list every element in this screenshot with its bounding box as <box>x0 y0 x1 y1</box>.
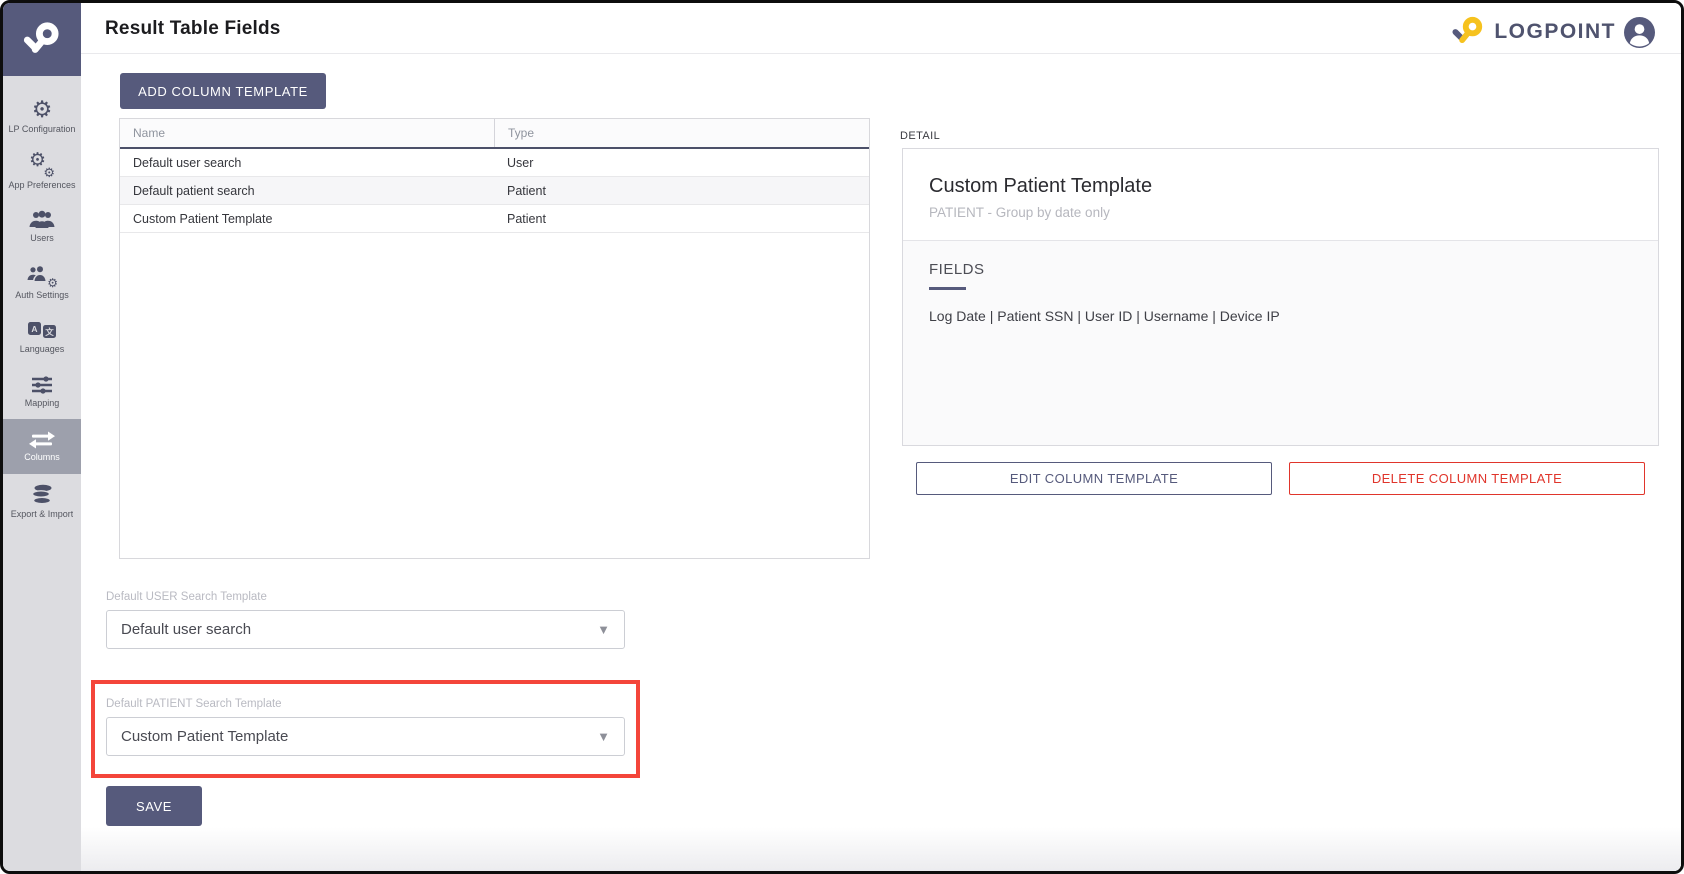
brand-cluster: LOGPOINT <box>1450 14 1655 50</box>
patient-template-label: Default PATIENT Search Template <box>106 698 282 710</box>
fields-heading: FIELDS <box>929 261 1632 278</box>
templates-table: Name Type Default user search User Defau… <box>119 118 870 559</box>
logpoint-mark-icon <box>1450 14 1486 50</box>
column-header-type[interactable]: Type <box>494 119 869 147</box>
detail-section-label: DETAIL <box>900 130 940 142</box>
add-column-template-button[interactable]: ADD COLUMN TEMPLATE <box>120 73 326 109</box>
sidebar-item-auth-settings[interactable]: ⚙ Auth Settings <box>3 254 81 309</box>
sidebar-item-label: App Preferences <box>8 180 75 190</box>
dropdown-value: Default user search <box>121 621 251 638</box>
detail-card-header: Custom Patient Template PATIENT - Group … <box>903 149 1658 241</box>
table-row[interactable]: Default user search User <box>120 149 869 177</box>
sidebar-item-export-import[interactable]: Export & Import <box>3 474 81 529</box>
detail-subtitle: PATIENT - Group by date only <box>929 205 1632 220</box>
cell-type: Patient <box>494 177 869 204</box>
sidebar-item-languages[interactable]: A 文 Languages <box>3 309 81 364</box>
detail-card: Custom Patient Template PATIENT - Group … <box>902 148 1659 446</box>
edit-column-template-button[interactable]: EDIT COLUMN TEMPLATE <box>916 462 1272 495</box>
patient-template-dropdown[interactable]: Custom Patient Template ▼ <box>106 717 625 756</box>
database-icon <box>30 484 54 506</box>
sidebar-item-columns[interactable]: Columns <box>3 419 81 474</box>
logpoint-logo-tile <box>3 3 81 76</box>
dropdown-value: Custom Patient Template <box>121 728 288 745</box>
column-header-name[interactable]: Name <box>120 119 494 147</box>
user-template-dropdown[interactable]: Default user search ▼ <box>106 610 625 649</box>
sidebar-item-app-preferences[interactable]: ⚙⚙ App Preferences <box>3 144 81 199</box>
users-gear-icon: ⚙ <box>27 263 57 287</box>
detail-card-body: FIELDS Log Date | Patient SSN | User ID … <box>903 241 1658 344</box>
table-row[interactable]: Default patient search Patient <box>120 177 869 205</box>
cell-name: Default user search <box>120 149 494 176</box>
sidebar-item-label: Languages <box>20 344 65 354</box>
sidebar-item-users[interactable]: Users <box>3 199 81 254</box>
sidebar-item-label: Auth Settings <box>15 290 69 300</box>
cell-name: Custom Patient Template <box>120 205 494 232</box>
sidebar-item-mapping[interactable]: Mapping <box>3 364 81 419</box>
fields-list: Log Date | Patient SSN | User ID | Usern… <box>929 308 1632 324</box>
cell-name: Default patient search <box>120 177 494 204</box>
table-row[interactable]: Custom Patient Template Patient <box>120 205 869 233</box>
table-header-row: Name Type <box>120 119 869 149</box>
user-avatar-icon[interactable] <box>1624 17 1655 48</box>
sidebar-item-label: Columns <box>24 452 60 462</box>
swap-arrows-icon <box>28 431 56 449</box>
sidebar-item-lp-configuration[interactable]: ⚙ LP Configuration <box>3 89 81 144</box>
sidebar: ⚙ LP Configuration ⚙⚙ App Preferences Us… <box>3 3 81 871</box>
app-window: ⚙ LP Configuration ⚙⚙ App Preferences Us… <box>0 0 1684 874</box>
chevron-down-icon: ▼ <box>597 729 610 744</box>
gears-icon: ⚙⚙ <box>29 153 55 177</box>
sidebar-nav: ⚙ LP Configuration ⚙⚙ App Preferences Us… <box>3 89 81 529</box>
bottom-fade <box>81 827 1681 871</box>
main-area: Result Table Fields LOGPOINT ADD COLUMN … <box>81 3 1681 871</box>
top-bar: Result Table Fields LOGPOINT <box>81 3 1681 54</box>
detail-title: Custom Patient Template <box>929 175 1632 198</box>
translate-icon: A 文 <box>28 319 56 341</box>
fields-heading-underline <box>929 287 966 290</box>
gear-icon: ⚙ <box>32 99 53 121</box>
chevron-down-icon: ▼ <box>597 622 610 637</box>
sidebar-item-label: Mapping <box>25 398 60 408</box>
delete-column-template-button[interactable]: DELETE COLUMN TEMPLATE <box>1289 462 1645 495</box>
logpoint-mark-icon <box>21 19 63 61</box>
detail-actions: EDIT COLUMN TEMPLATE DELETE COLUMN TEMPL… <box>902 462 1659 495</box>
sidebar-item-label: Users <box>30 233 54 243</box>
sidebar-item-label: Export & Import <box>11 509 74 519</box>
brand-wordmark: LOGPOINT <box>1494 20 1616 44</box>
sliders-icon <box>30 375 54 395</box>
user-template-label: Default USER Search Template <box>106 591 267 603</box>
page-title: Result Table Fields <box>105 18 281 40</box>
users-icon <box>28 210 56 230</box>
save-button[interactable]: SAVE <box>106 786 202 826</box>
cell-type: User <box>494 149 869 176</box>
cell-type: Patient <box>494 205 869 232</box>
sidebar-item-label: LP Configuration <box>9 124 76 134</box>
